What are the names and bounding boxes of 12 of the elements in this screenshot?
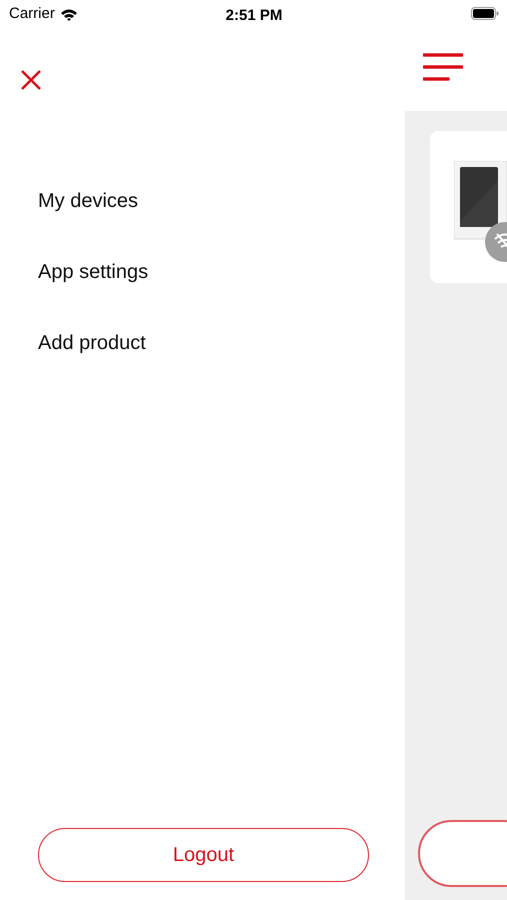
- time-label: 2:51 PM: [224, 6, 284, 26]
- menu-icon[interactable]: [423, 53, 463, 81]
- close-icon: [20, 69, 42, 91]
- carrier-label: Carrier: [9, 4, 55, 24]
- battery-icon: [471, 7, 499, 20]
- menu-item[interactable]: My devices: [38, 186, 138, 216]
- device-card[interactable]: [430, 131, 507, 283]
- menu-item[interactable]: Add product: [38, 328, 146, 358]
- wifi-icon: [60, 8, 78, 20]
- menu-item[interactable]: App settings: [38, 257, 148, 287]
- logout-button[interactable]: Logout: [38, 828, 369, 882]
- action-button[interactable]: [418, 820, 507, 887]
